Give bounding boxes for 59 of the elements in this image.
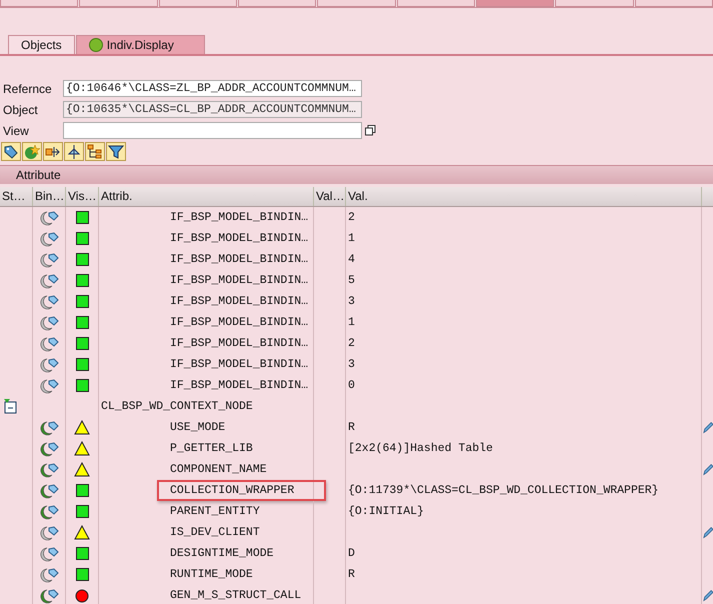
attribute-value: {O:INITIAL} [348,505,424,518]
filter-icon[interactable] [106,142,126,161]
column-header[interactable]: Vis… [66,187,99,206]
attribute-name: IF_BSP_MODEL_BINDIN… [170,232,308,245]
attribute-value: 0 [348,379,355,392]
attribute-name: P_GETTER_LIB [170,442,253,455]
attribute-name: IF_BSP_MODEL_BINDIN… [170,274,308,287]
attribute-name: IF_BSP_MODEL_BINDIN… [170,379,308,392]
pencil-icon[interactable] [702,526,713,540]
tab[interactable]: Indiv.Display [76,35,205,54]
tag-icon[interactable] [1,142,21,161]
field-label: Refernce [2,82,53,96]
export-icon[interactable] [43,142,63,161]
attribute-value: [2x2(64)]Hashed Table [348,442,493,455]
attribute-value: 2 [348,337,355,350]
column-header[interactable]: Val… [314,187,346,206]
pencil-icon[interactable] [702,462,713,476]
attribute-name: RUNTIME_MODE [170,568,253,581]
pencil-icon[interactable] [702,588,713,602]
attribute-value: 3 [348,358,355,371]
column-header[interactable]: Val. [346,187,702,206]
attribute-value: {O:11739*\CLASS=CL_BSP_WD_COLLECTION_WRAPPER} [348,484,659,497]
attribute-name: IF_BSP_MODEL_BINDIN… [170,337,308,350]
column-header[interactable]: Attrib. [99,187,314,206]
tab[interactable]: Objects [8,35,75,54]
attribute-name: IF_BSP_MODEL_BINDIN… [170,316,308,329]
attribute-value: 1 [348,232,355,245]
attribute-name: COMPONENT_NAME [170,463,267,476]
attribute-value: 2 [348,211,355,224]
attribute-value: D [348,547,355,560]
class-name: CL_BSP_WD_CONTEXT_NODE [101,400,253,413]
attribute-value: 4 [348,253,355,266]
attribute-name: COLLECTION_WRAPPER [170,484,294,497]
attribute-name: DESIGNTIME_MODE [170,547,274,560]
attribute-name: IF_BSP_MODEL_BINDIN… [170,253,308,266]
attribute-value: R [348,568,355,581]
attribute-value: 3 [348,295,355,308]
column-header[interactable]: Bin… [33,187,66,206]
attribute-name: IF_BSP_MODEL_BINDIN… [170,211,308,224]
pin-icon[interactable] [64,142,84,161]
hierarchy-icon[interactable] [85,142,105,161]
section-header: Attribute [0,165,713,184]
attribute-name: PARENT_ENTITY [170,505,260,518]
attribute-name: GEN_M_S_STRUCT_CALL [170,589,302,602]
window-icon[interactable] [363,123,378,138]
attribute-value: 1 [348,316,355,329]
pencil-icon[interactable] [702,420,713,434]
input-field[interactable] [63,122,362,139]
attribute-name: IF_BSP_MODEL_BINDIN… [170,358,308,371]
column-header[interactable]: St… [0,187,33,206]
input-field[interactable]: {O:10646*\CLASS=ZL_BP_ADDR_ACCOUNTCOMMNUM… [63,80,362,97]
field-label: Object [2,102,39,116]
attribute-value: R [348,421,355,434]
collapse-icon[interactable] [3,399,18,414]
field-label: View [2,124,30,138]
attribute-name: IS_DEV_CLIENT [170,526,260,539]
attribute-name: IF_BSP_MODEL_BINDIN… [170,295,308,308]
attribute-name: USE_MODE [170,421,226,434]
attribute-value: 5 [348,274,355,287]
